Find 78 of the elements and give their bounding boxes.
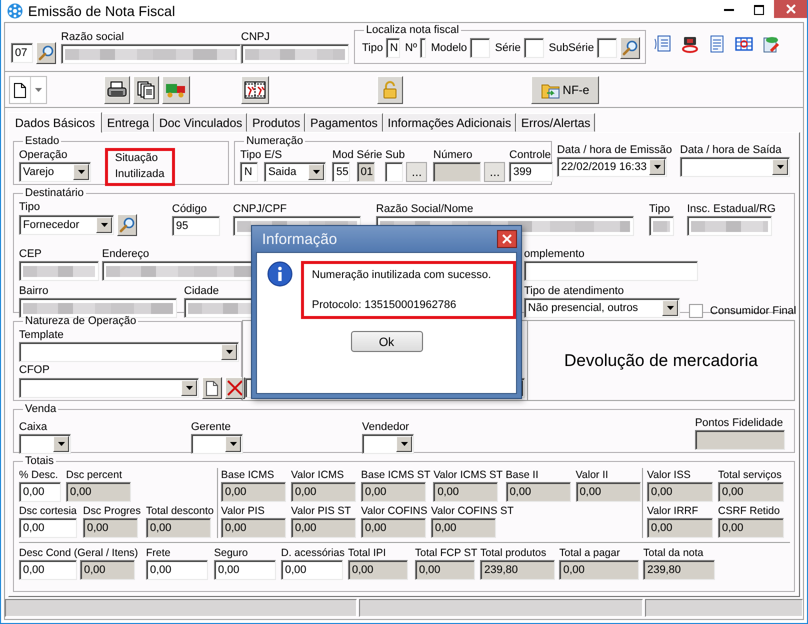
field-label: % Desc. — [19, 468, 60, 482]
field-label: CFOP — [19, 363, 51, 377]
field-label: Vendedor — [362, 420, 410, 434]
group-title: Numeração — [245, 135, 304, 148]
field-label: Base ICMS ST — [361, 468, 432, 482]
field-label: Valor COFINS — [361, 504, 428, 518]
group-title: Natureza de Operação — [24, 315, 138, 328]
field-label: Total FCP ST — [415, 546, 478, 560]
field-label: Data / hora de Saída — [680, 143, 783, 157]
field-label: E/S — [264, 148, 283, 162]
field-label: Total serviços — [718, 468, 783, 482]
field-label: Total da nota — [643, 546, 704, 560]
field-label: Sub — [385, 148, 406, 162]
field-label: Valor IRRF — [647, 504, 700, 518]
group-title: Destinatário — [24, 187, 85, 200]
field-label: Mod — [332, 148, 355, 162]
field-label: Dsc cortesia — [19, 504, 78, 518]
field-label: Desc Cond (Geral / Itens) — [19, 546, 140, 560]
field-label: Caixa — [19, 420, 48, 434]
field-label: Razão social — [61, 30, 125, 44]
field-label: CSRF Retido — [718, 504, 781, 518]
field-label: Base ICMS — [221, 468, 276, 482]
field-label: Valor ISS — [647, 468, 692, 482]
field-label: Modelo — [430, 41, 468, 55]
field-label: Total IPI — [348, 546, 387, 560]
message-text: Numeração inutilizada com sucesso. — [312, 269, 492, 281]
field-label: Seguro — [214, 546, 249, 560]
field-label: Valor PIS ST — [291, 504, 352, 518]
field-label: Valor II — [576, 468, 610, 482]
field-label: Total desconto — [146, 504, 215, 518]
field-label: Série — [495, 41, 521, 55]
field-label: Base II — [506, 468, 540, 482]
field-label: Data / hora de Emissão — [557, 143, 673, 157]
field-label: Bairro — [19, 284, 50, 298]
field-label: Código — [172, 202, 208, 216]
field-label: Valor PIS — [221, 504, 266, 518]
message-text: Protocolo: 135150001962786 — [312, 299, 458, 311]
window-title: Emissão de Nota Fiscal — [28, 3, 176, 19]
field-label: Gerente — [191, 420, 232, 434]
field-label: Tipo — [362, 41, 383, 55]
field-label: Pontos Fidelidade — [694, 416, 784, 430]
group-title: Estado — [24, 135, 60, 148]
field-label: Tipo — [19, 200, 41, 214]
field-label: CNPJ/CPF — [233, 202, 288, 216]
field-label: Razão Social/Nome — [376, 202, 474, 216]
field-label: Valor COFINS ST — [431, 504, 515, 518]
group-title: Localiza nota fiscal — [365, 24, 460, 37]
group-title: Totais — [24, 455, 55, 468]
field-label: Frete — [146, 546, 172, 560]
field-label: Total produtos — [480, 546, 548, 560]
field-label: Template — [19, 328, 65, 342]
field-label: CEP — [19, 247, 43, 261]
field-label: Tipo — [240, 148, 262, 162]
status-text: Inutilizada — [115, 167, 165, 181]
field-label: Dsc percent — [66, 468, 124, 482]
dialog-title: Informação — [262, 230, 338, 248]
field-label: Insc. Estadual/RG — [687, 202, 777, 216]
field-label: Cidade — [184, 284, 220, 298]
field-label: Valor ICMS ST — [433, 468, 504, 482]
field-label: D. acessórias — [281, 546, 346, 560]
field-label: Tipo — [649, 202, 671, 216]
operation-description: Devolução de mercadoria — [528, 320, 795, 401]
field-label: Série — [356, 148, 384, 162]
field-label: Dsc Progres — [83, 504, 142, 518]
field-label: Controle — [509, 148, 552, 162]
field-label: Operação — [19, 148, 68, 162]
field-label: Tipo de atendimento — [524, 284, 625, 298]
field-label: Endereço — [102, 247, 150, 261]
field-label: CNPJ — [241, 30, 271, 44]
field-label: omplemento — [524, 247, 586, 261]
field-label: Nº — [405, 41, 417, 55]
field-label: SubSérie — [548, 41, 594, 55]
field-label: Situação — [115, 151, 159, 165]
field-label: Valor ICMS — [291, 468, 345, 482]
field-label: Total a pagar — [559, 546, 621, 560]
field-label: Número — [433, 148, 474, 162]
group-title: Venda — [24, 403, 58, 416]
checkbox-label: Consumidor Final — [710, 305, 796, 317]
